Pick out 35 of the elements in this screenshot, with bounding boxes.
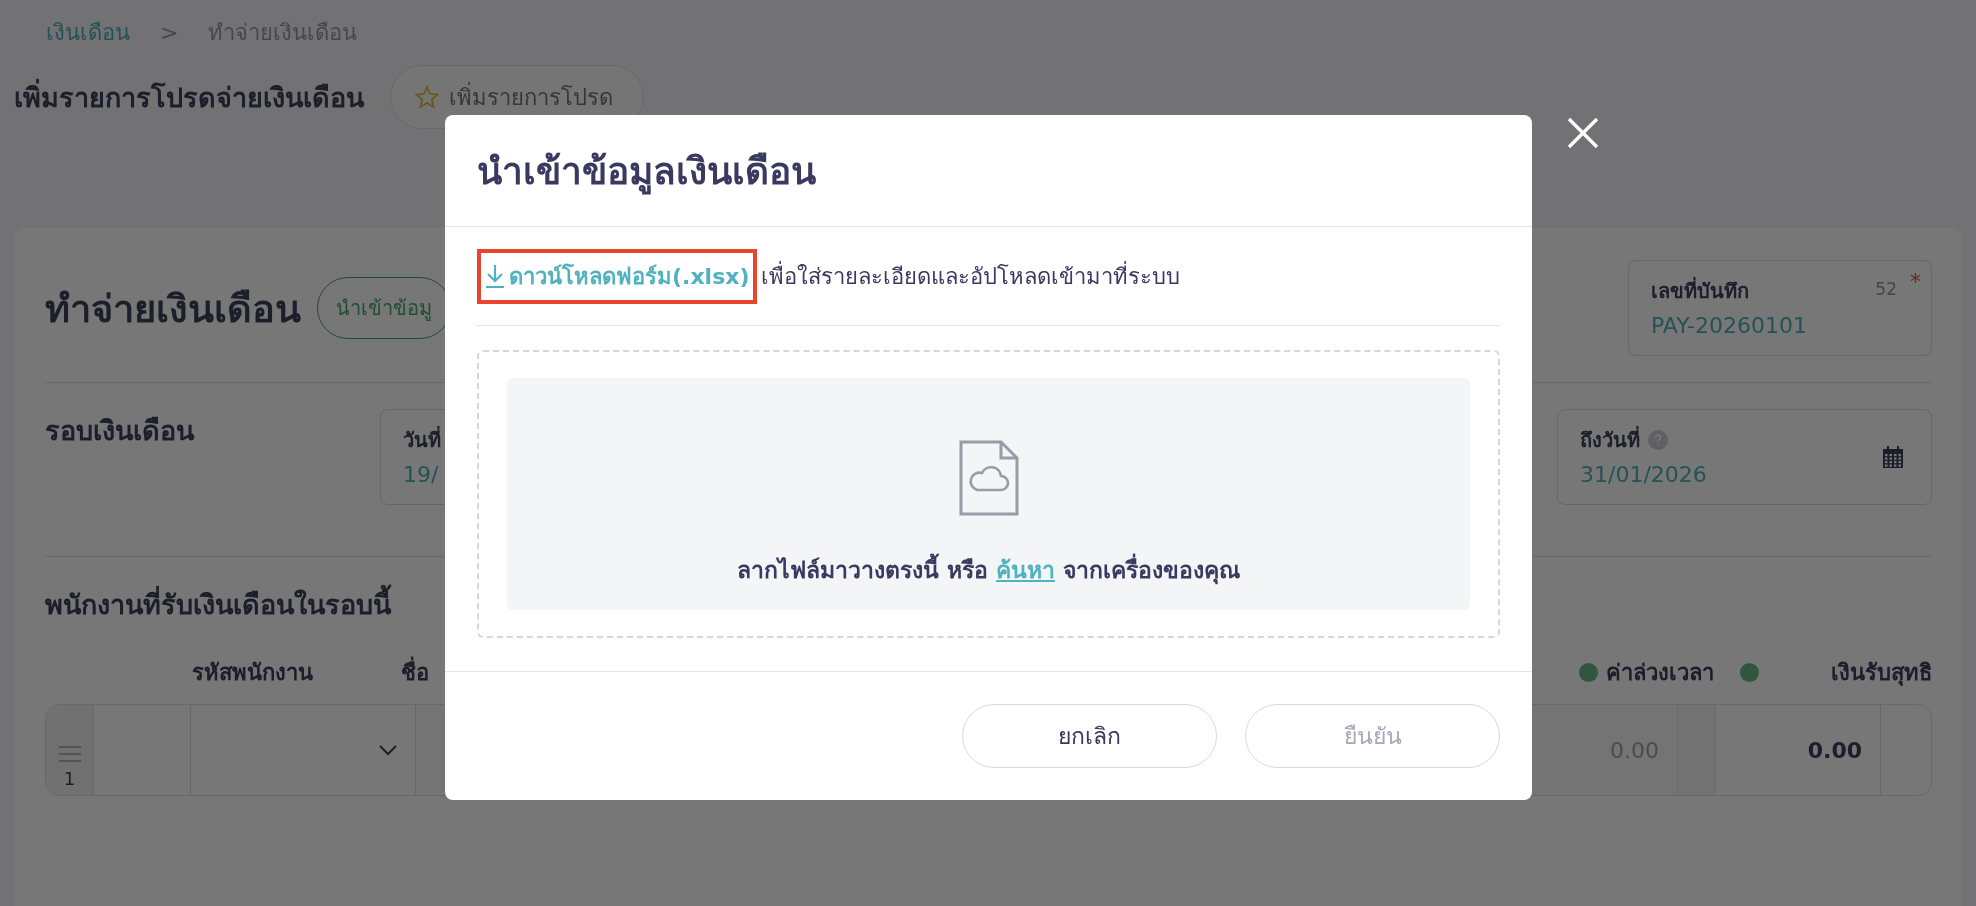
field-value: PAY-20260101 (1651, 313, 1808, 338)
column-header: ค่าล่วงเวลา (1606, 658, 1714, 687)
close-icon (1566, 116, 1600, 150)
field-value: 31/01/2026 (1580, 462, 1708, 487)
field-label: เลขที่บันทึก (1651, 276, 1749, 305)
star-icon (415, 85, 439, 109)
required-mark: * (1910, 269, 1921, 294)
breadcrumb-separator: > (160, 19, 179, 45)
section-title: รอบเงินเดือน (45, 414, 196, 448)
card-title: ทำจ่ายเงินเดือน (45, 285, 301, 333)
field-label: วันที่ (403, 425, 441, 454)
column-header: รหัสพนักงาน (192, 658, 313, 687)
field-value: 19/ (403, 462, 440, 487)
end-date-field[interactable]: ถึงวันที่ 31/01/2026 (1557, 409, 1932, 505)
download-icon (485, 264, 505, 288)
page-title: เพิ่มรายการโปรดจ่ายเงินเดือน (14, 78, 364, 115)
column-header: ชื่อ (401, 654, 429, 690)
drop-instructions: ลากไฟล์มาวางตรงนี้ หรือ ค้นหา จากเครื่องของคุณ (736, 552, 1240, 588)
chevron-down-icon (379, 744, 397, 756)
cancel-button[interactable]: ยกเลิก (962, 704, 1217, 768)
breadcrumb-link[interactable]: เงินเดือน (46, 14, 130, 50)
dialog-title: นำเข้าข้อมูลเงินเดือน (477, 149, 816, 197)
calendar-icon[interactable] (1883, 446, 1903, 468)
drop-zone[interactable]: ลากไฟล์มาวางตรงนี้ หรือ ค้นหา จากเครื่องของคุณ (477, 350, 1500, 638)
download-form-link[interactable]: ดาวน์โหลดฟอร์ม(.xlsx) (477, 248, 758, 304)
menu-icon (58, 746, 81, 762)
cloud-file-icon (958, 440, 1019, 516)
browse-link[interactable]: ค้นหา (996, 557, 1055, 583)
row-number: 1 (63, 768, 76, 789)
section-title: พนักงานที่รับเงินเดือนในรอบนี้ (45, 583, 391, 626)
drag-handle[interactable]: 1 (46, 705, 94, 795)
field-label: ถึงวันที่ (1580, 425, 1640, 454)
download-hint: เพื่อใส่รายละเอียดและอัปโหลดเข้ามาที่ระบบ (761, 260, 1181, 291)
close-button[interactable] (1566, 116, 1600, 150)
column-header: เงินรับสุทธิ (1831, 658, 1932, 688)
